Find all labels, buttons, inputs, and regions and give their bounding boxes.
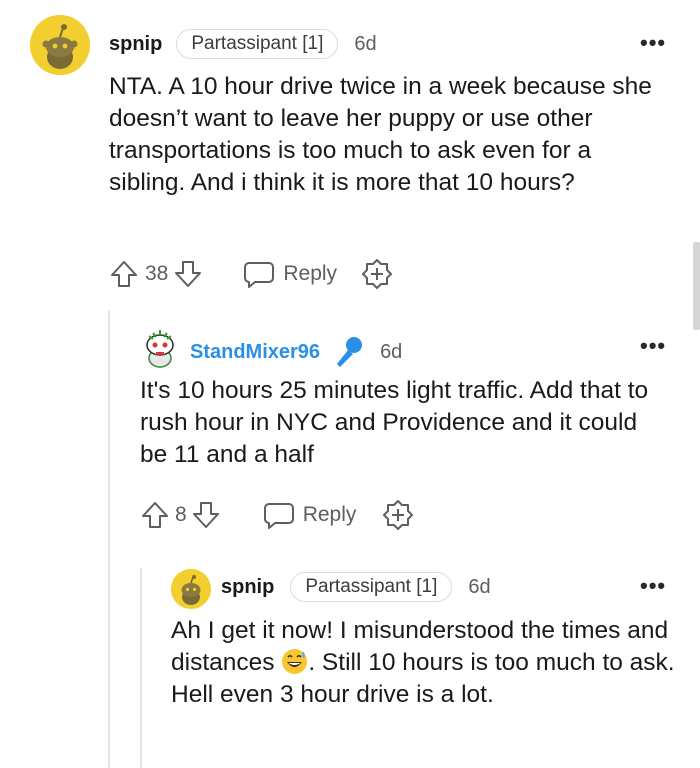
vote-count: 38	[145, 262, 169, 285]
reply-label: Reply	[283, 262, 338, 285]
reply-button[interactable]: Reply	[263, 500, 357, 530]
avatar[interactable]	[171, 569, 211, 609]
snoo-avatar-icon	[146, 330, 174, 368]
user-flair: Partassipant [1]	[176, 29, 339, 59]
comment-header: spnip Partassipant [1] 6d	[221, 572, 491, 602]
snoo-avatar-icon	[171, 569, 211, 609]
snoo-avatar-icon	[30, 15, 90, 75]
award-plus-icon[interactable]	[361, 258, 393, 290]
comment-body: NTA. A 10 hour drive twice in a week bec…	[109, 73, 652, 196]
downvote-icon[interactable]	[173, 259, 203, 289]
comment-actions: 38 Reply	[109, 258, 393, 290]
timestamp: 6d	[354, 32, 377, 55]
chat-bubble-icon	[244, 262, 275, 288]
comment-body: Ah I get it now! I misunderstood the tim…	[171, 615, 676, 711]
microphone-icon	[337, 337, 363, 367]
more-options-icon[interactable]: •••	[640, 573, 666, 599]
comment-header: spnip Partassipant [1] 6d	[109, 29, 377, 59]
comment-actions: 8 Reply	[140, 499, 414, 531]
chat-bubble-icon	[263, 503, 294, 529]
downvote-icon[interactable]	[191, 500, 221, 530]
username[interactable]: StandMixer96	[190, 341, 320, 364]
timestamp: 6d	[380, 340, 403, 363]
avatar[interactable]	[141, 328, 179, 368]
grin-sweat-emoji	[282, 649, 308, 674]
thread-line[interactable]	[108, 310, 110, 768]
vote-count: 8	[175, 503, 187, 526]
upvote-icon[interactable]	[140, 500, 170, 530]
more-options-icon[interactable]: •••	[640, 30, 666, 56]
timestamp: 6d	[468, 575, 491, 598]
user-flair: Partassipant [1]	[290, 572, 453, 602]
upvote-icon[interactable]	[109, 259, 139, 289]
reply-button[interactable]: Reply	[243, 259, 337, 289]
more-options-icon[interactable]: •••	[640, 333, 666, 359]
reply-label: Reply	[302, 503, 357, 526]
vote-group: 38	[109, 259, 203, 289]
username[interactable]: spnip	[221, 576, 274, 599]
comment-header: StandMixer96 6d	[190, 334, 402, 370]
vote-group: 8	[140, 500, 221, 530]
scrollbar[interactable]	[693, 242, 700, 330]
comment-body: It's 10 hours 25 minutes light traffic. …	[140, 377, 649, 468]
avatar[interactable]	[30, 15, 90, 75]
award-plus-icon[interactable]	[382, 499, 414, 531]
username[interactable]: spnip	[109, 33, 162, 56]
thread-line[interactable]	[140, 568, 142, 768]
